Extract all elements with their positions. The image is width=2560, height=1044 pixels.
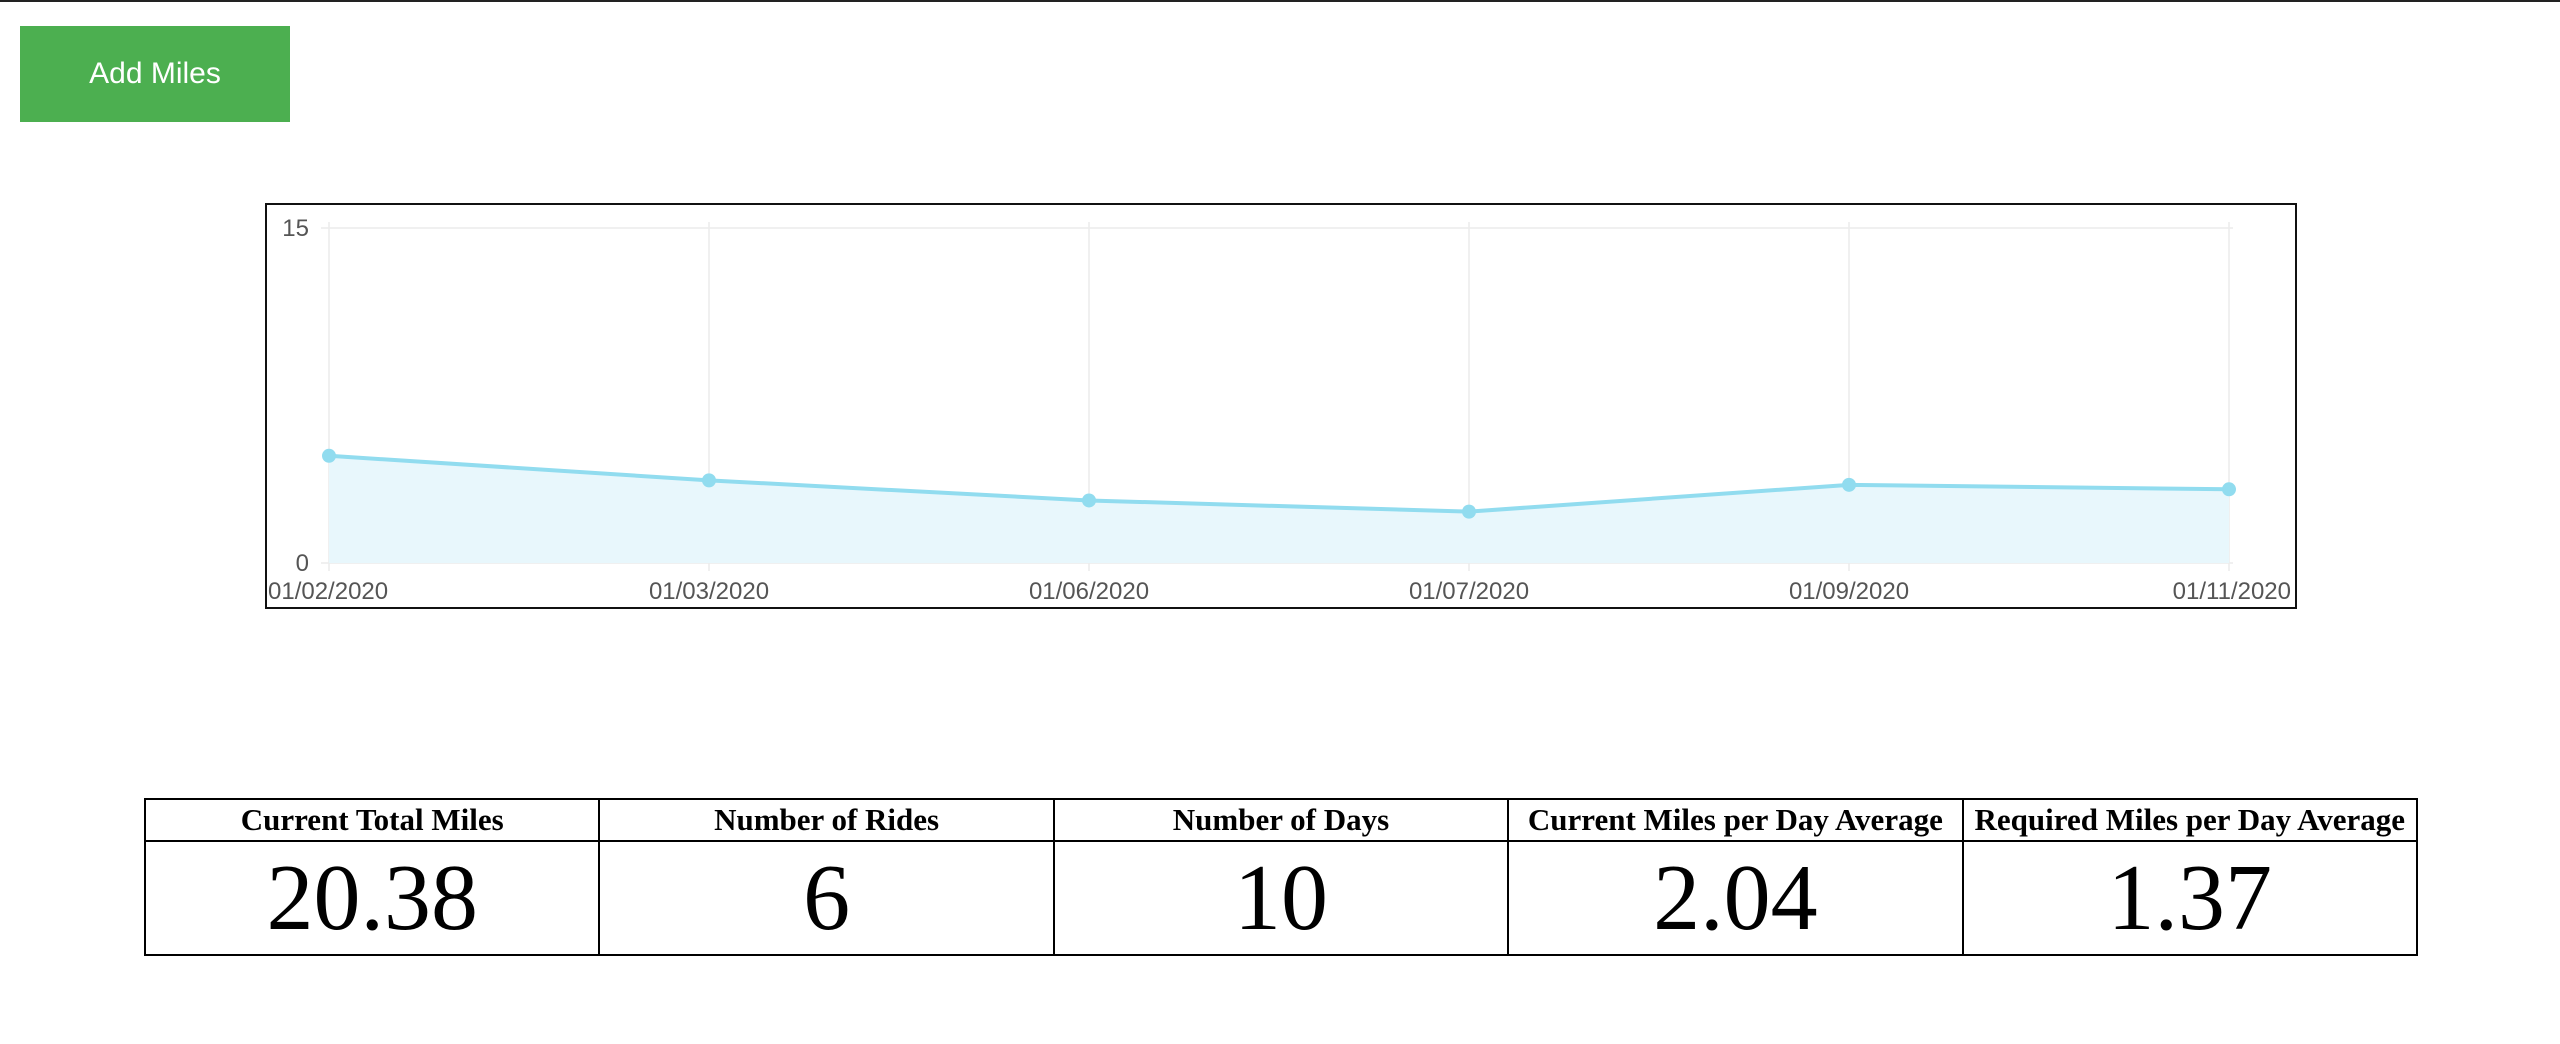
- data-point: [322, 448, 336, 463]
- x-tick-label: 01/11/2020: [2173, 578, 2291, 605]
- value-required-average: 1.37: [1961, 840, 2419, 956]
- y-axis-ticks: 0 15: [282, 215, 309, 577]
- y-tick-label: 15: [282, 215, 309, 242]
- add-miles-button[interactable]: Add Miles: [20, 26, 290, 122]
- value-number-of-days: 10: [1052, 840, 1510, 956]
- data-point: [1842, 477, 1856, 492]
- x-tick-label: 01/07/2020: [1409, 578, 1529, 605]
- value-total-miles: 20.38: [143, 840, 601, 956]
- miles-chart: 0 15 01/02/2020 01/03/2020 01/06/2020 01/07/…: [265, 203, 2297, 609]
- stats-value-row: 20.38 6 10 2.04 1.37: [143, 840, 2419, 956]
- data-point: [2222, 482, 2236, 497]
- header-total-miles: Current Total Miles: [143, 798, 601, 842]
- header-number-of-rides: Number of Rides: [598, 798, 1055, 842]
- x-axis-ticks: 01/02/2020 01/03/2020 01/06/2020 01/07/2020…: [268, 578, 2291, 605]
- header-number-of-days: Number of Days: [1052, 798, 1510, 842]
- y-tick-label: 0: [296, 550, 309, 577]
- data-point: [1082, 493, 1096, 508]
- x-tick-label: 01/02/2020: [268, 578, 388, 605]
- header-required-average: Required Miles per Day Average: [1961, 798, 2419, 842]
- series-area-fill: [329, 455, 2229, 563]
- data-point: [1462, 504, 1476, 519]
- miles-line-chart-svg: 0 15 01/02/2020 01/03/2020 01/06/2020 01/07/…: [268, 215, 2291, 605]
- value-current-average: 2.04: [1507, 840, 1964, 956]
- header-current-average: Current Miles per Day Average: [1507, 798, 1964, 842]
- value-number-of-rides: 6: [598, 840, 1055, 956]
- stats-header-row: Current Total Miles Number of Rides Numb…: [143, 798, 2419, 842]
- top-divider: [0, 0, 2560, 2]
- stats-table: Current Total Miles Number of Rides Numb…: [143, 798, 2419, 956]
- x-tick-label: 01/03/2020: [649, 578, 769, 605]
- x-tick-label: 01/09/2020: [1789, 578, 1909, 605]
- data-point: [702, 473, 716, 488]
- x-tick-label: 01/06/2020: [1029, 578, 1149, 605]
